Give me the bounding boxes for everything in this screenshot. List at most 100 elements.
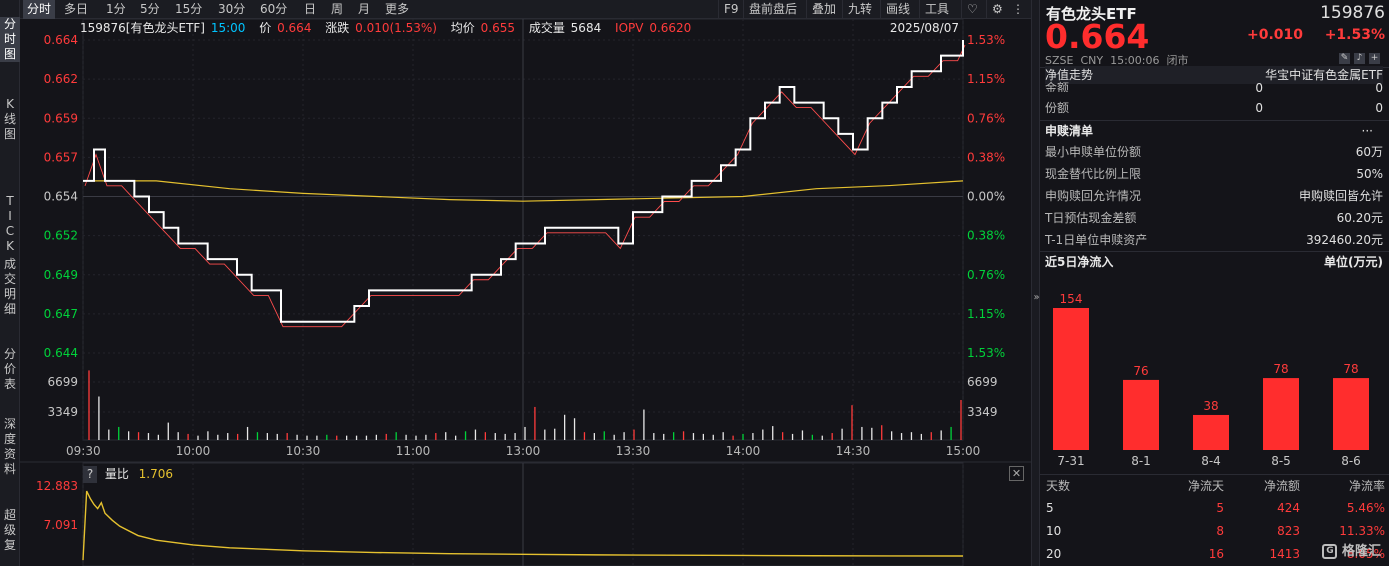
inflow-bar	[1193, 414, 1229, 450]
iopv-label: IOPV	[615, 21, 644, 35]
inflow-value-label: 38	[1203, 399, 1218, 413]
avg-value: 0.655	[480, 21, 515, 35]
big-change: +0.010	[1247, 27, 1304, 43]
creation-label: T日预估现金差额	[1045, 211, 1137, 225]
period-tab-1[interactable]: 多日	[64, 0, 88, 19]
volume-value: 5684	[570, 21, 602, 35]
inflow-value-label: 78	[1273, 362, 1288, 376]
creation-value: 50%	[1356, 167, 1383, 181]
period-tab-4[interactable]: 15分	[175, 0, 202, 19]
period-tab-7[interactable]: 日	[304, 0, 316, 19]
price-label: 价	[259, 21, 272, 35]
x-tick-label: 14:30	[836, 444, 871, 458]
stats-cell: 424	[1277, 501, 1300, 515]
y-left-tick: 0.657	[44, 150, 78, 164]
x-tick-label: 13:00	[506, 444, 541, 458]
y-right-tick: 0.76%	[967, 111, 1005, 125]
amount-row: 金额 0 0	[1045, 78, 1383, 92]
change-label: 涨跌	[325, 21, 350, 35]
volume-tick-right: 6699	[967, 375, 998, 389]
volume-tick-left: 3349	[47, 405, 78, 419]
heart-icon[interactable]: ♡	[961, 0, 978, 19]
tool-button-2[interactable]: 叠加	[806, 0, 836, 19]
y-right-tick: 0.76%	[967, 268, 1005, 282]
view-tab-6[interactable]: 超 级 复	[0, 508, 20, 553]
volume-ratio-value: 1.706	[138, 467, 174, 481]
more-menu-icon[interactable]: ⋮	[1012, 0, 1024, 19]
view-tab-5[interactable]: 深 度 资 料	[0, 417, 20, 477]
creation-row: 申购赎回允许情况 申购赎回皆允许	[1045, 186, 1383, 207]
tool-button-1[interactable]: 盘前盘后	[743, 0, 797, 19]
add-icon[interactable]: +	[1369, 53, 1380, 64]
inflow-date-label: 8-1	[1131, 454, 1151, 468]
tool-button-3[interactable]: 九转	[842, 0, 872, 19]
panel-expander[interactable]: »	[1031, 0, 1040, 566]
period-tab-8[interactable]: 周	[331, 0, 343, 19]
y-right-tick: 0.38%	[967, 229, 1005, 243]
volume-ratio-label: 量比	[104, 467, 129, 481]
view-tab-4[interactable]: 分 价 表	[0, 347, 20, 392]
stats-header: 天数	[1046, 479, 1071, 493]
period-tab-10[interactable]: 更多	[385, 0, 409, 19]
volume-tick-left: 6699	[47, 375, 78, 389]
view-tab-0[interactable]: 分 时 图	[0, 17, 20, 62]
y-right-tick: 0.00%	[967, 190, 1005, 204]
y-left-tick: 0.652	[44, 229, 78, 243]
inflow-title: 近5日净流入	[1045, 255, 1114, 269]
period-tab-6[interactable]: 60分	[260, 0, 287, 19]
amount-v2: 0	[1375, 81, 1383, 92]
view-tab-3[interactable]: 成 交 明 细	[0, 257, 20, 317]
inflow-bar	[1123, 379, 1159, 450]
volume-label: 成交量	[528, 21, 565, 35]
quote-info-bar: 159876[有色龙头ETF] 15:00 价 0.664 涨跌 0.010(1…	[80, 19, 965, 37]
view-tab-1[interactable]: K 线 图	[0, 97, 20, 142]
inflow-date-label: 8-6	[1341, 454, 1361, 468]
y-left-tick: 0.662	[44, 72, 78, 86]
help-icon[interactable]: ?	[83, 466, 97, 483]
tool-button-4[interactable]: 画线	[880, 0, 910, 19]
stats-cell: 10	[1046, 524, 1062, 538]
view-tab-2[interactable]: T I C K	[0, 194, 20, 254]
y-left-tick: 0.647	[44, 307, 78, 321]
period-tab-3[interactable]: 5分	[140, 0, 160, 19]
y-right-tick: 1.53%	[967, 346, 1005, 360]
big-price: 0.664	[1045, 17, 1150, 56]
tool-button-5[interactable]: 工具	[919, 0, 949, 19]
tool-button-0[interactable]: F9	[718, 0, 739, 19]
period-tab-5[interactable]: 30分	[218, 0, 245, 19]
creation-value: 392460.20元	[1306, 233, 1383, 247]
inflow-value-label: 154	[1060, 292, 1083, 306]
stats-cell: 5	[1046, 501, 1054, 515]
x-tick-label: 10:00	[176, 444, 211, 458]
amount-label: 金额	[1045, 81, 1070, 92]
x-tick-label: 11:00	[396, 444, 431, 458]
amount-v1: 0	[1255, 101, 1263, 115]
stats-header: 净流天	[1187, 479, 1224, 493]
code-name: 159876[有色龙头ETF]	[80, 21, 205, 35]
stats-cell: 823	[1277, 524, 1300, 538]
more-icon[interactable]: ···	[1362, 121, 1373, 142]
stats-header-row: 天数 净流天 净流额 净流率	[1040, 476, 1389, 497]
stats-header: 净流额	[1263, 479, 1300, 493]
creation-row: T-1日单位申赎资产 392460.20元	[1045, 230, 1383, 251]
creation-title: 申赎清单	[1045, 124, 1094, 138]
period-tab-2[interactable]: 1分	[106, 0, 126, 19]
close-subchart-icon[interactable]: ✕	[1009, 466, 1024, 481]
period-tab-0[interactable]: 分时	[23, 0, 56, 19]
x-tick-label: 10:30	[286, 444, 321, 458]
creation-label: 最小申赎单位份额	[1045, 145, 1142, 159]
settings-icon[interactable]: ⚙	[986, 0, 1003, 19]
amount-row: 份额 0 0	[1045, 98, 1383, 119]
period-tab-9[interactable]: 月	[358, 0, 370, 19]
inflow-bar	[1053, 308, 1089, 450]
inflow-date-label: 7-31	[1057, 454, 1084, 468]
creation-row: 最小申赎单位份额 60万	[1045, 142, 1383, 163]
y-left-tick: 0.649	[44, 268, 78, 282]
y-left-tick: 0.654	[44, 190, 78, 204]
inflow-bar-chart: 154 7-31 76 8-1 38 8-4 78 8-5 78 8-6	[1053, 292, 1369, 468]
y-right-tick: 1.15%	[967, 72, 1005, 86]
stats-row: 5 5 424 5.46%	[1040, 498, 1389, 519]
bell-icon[interactable]: ♪	[1354, 53, 1365, 64]
y-right-tick: 1.15%	[967, 307, 1005, 321]
edit-icon[interactable]: ✎	[1339, 53, 1350, 64]
